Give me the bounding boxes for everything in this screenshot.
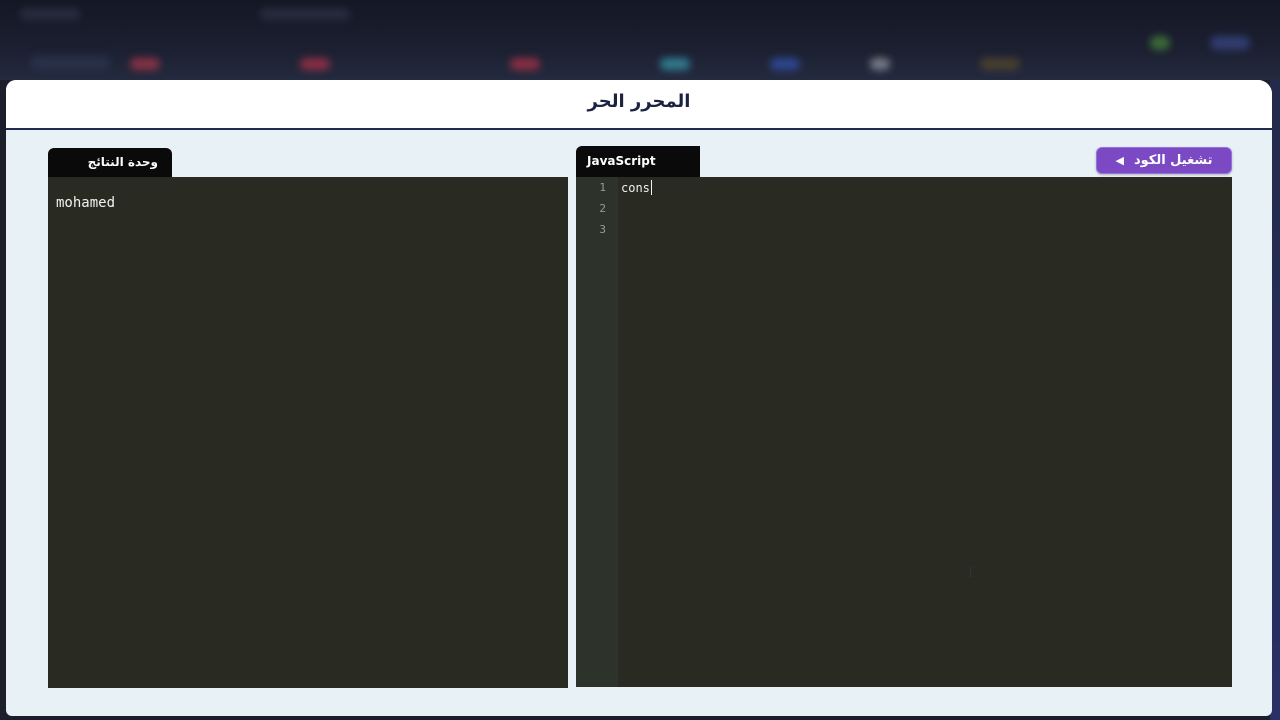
line-number: 3 <box>599 223 606 236</box>
tab-javascript[interactable]: JavaScript <box>576 146 700 177</box>
modal-header: المحرر الحر <box>6 80 1272 130</box>
modal-title: المحرر الحر <box>587 91 691 112</box>
editor-modal: المحرر الحر وحدة النتائج mohamed JavaScr… <box>6 80 1272 716</box>
run-button-label: تشغيل الكود <box>1133 153 1213 168</box>
play-icon: ◀ <box>1115 154 1124 167</box>
code-editor[interactable]: 1 2 3 cons <box>576 177 1232 687</box>
output-panel: mohamed <box>48 177 568 688</box>
code-line[interactable]: cons <box>621 180 652 195</box>
tab-output[interactable]: وحدة النتائج <box>48 148 172 177</box>
output-text: mohamed <box>56 195 116 211</box>
line-number-gutter: 1 2 3 <box>576 177 618 687</box>
mouse-ibeam-cursor-icon: I <box>968 566 974 581</box>
line-number: 2 <box>599 202 606 215</box>
text-caret <box>650 180 652 195</box>
code-line-text: cons <box>621 181 650 195</box>
run-code-button[interactable]: تشغيل الكود ◀ <box>1096 147 1232 174</box>
line-number: 1 <box>599 181 606 194</box>
browser-chrome-blurred <box>0 0 1280 80</box>
